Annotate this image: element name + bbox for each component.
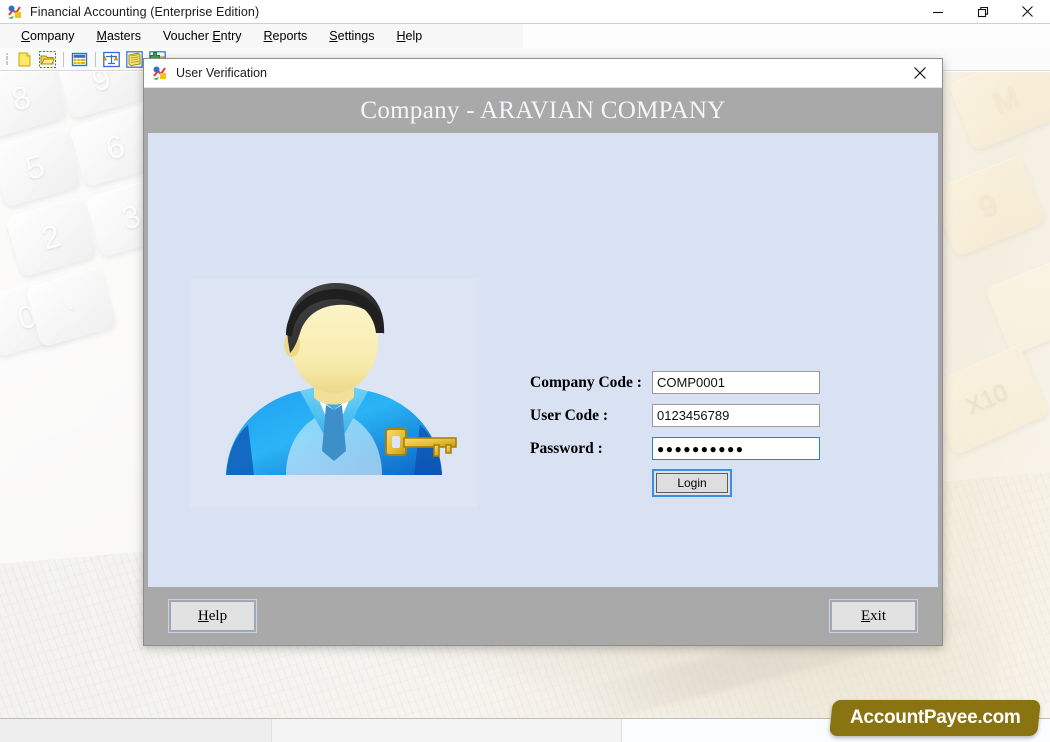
dialog-body: Company Code : COMP0001 User Code : 0123…: [148, 133, 938, 587]
restore-icon[interactable]: [960, 0, 1005, 24]
company-code-row: Company Code : COMP0001: [530, 370, 830, 395]
menu-item-company[interactable]: Company: [10, 27, 86, 45]
menu-item-settings[interactable]: Settings: [318, 27, 385, 45]
window-controls: [915, 0, 1050, 24]
company-header-text: Company - ARAVIAN COMPANY: [360, 96, 726, 124]
menu-item-masters[interactable]: Masters: [86, 27, 152, 45]
open-folder-icon[interactable]: [37, 50, 58, 69]
password-input[interactable]: ●●●●●●●●●●: [652, 437, 820, 460]
user-verification-dialog: User Verification Company - ARAVIAN COMP…: [143, 58, 943, 646]
user-with-key-avatar: [190, 279, 478, 507]
dialog-company-header: Company - ARAVIAN COMPANY: [144, 88, 942, 133]
application-window: Financial Accounting (Enterprise Edition…: [0, 0, 1050, 742]
app-icon: [7, 4, 23, 20]
toolbar-grip[interactable]: [4, 51, 10, 67]
ledger-book-icon[interactable]: [124, 50, 145, 69]
window-title: Financial Accounting (Enterprise Edition…: [30, 4, 260, 19]
accountpayee-watermark: AccountPayee.com: [829, 700, 1041, 736]
main-titlebar: Financial Accounting (Enterprise Edition…: [0, 0, 1050, 24]
app-icon: [152, 65, 168, 81]
menu-item-help[interactable]: Help: [385, 27, 433, 45]
dialog-title: User Verification: [176, 66, 268, 80]
exit-button[interactable]: Exit: [829, 599, 918, 633]
menubar: Company Masters Voucher Entry Reports Se…: [0, 24, 523, 48]
balance-scales-icon[interactable]: [101, 50, 122, 69]
user-code-input[interactable]: 0123456789: [652, 404, 820, 427]
toolbar-separator: [95, 51, 96, 67]
login-form: Company Code : COMP0001 User Code : 0123…: [530, 370, 830, 497]
minimize-icon[interactable]: [915, 0, 960, 24]
login-focus-ring: Login: [652, 469, 732, 497]
user-code-label: User Code :: [530, 406, 609, 424]
menu-item-voucher-entry[interactable]: Voucher Entry: [152, 27, 253, 45]
dialog-footer: Help Exit: [144, 587, 942, 645]
password-row: Password : ●●●●●●●●●●: [530, 436, 830, 461]
watermark-text: AccountPayee.com: [849, 707, 1021, 728]
login-button[interactable]: Login: [656, 473, 728, 493]
avatar-tie: [322, 405, 346, 461]
user-code-row: User Code : 0123456789: [530, 403, 830, 428]
status-pane-1: [0, 719, 272, 742]
password-label: Password :: [530, 439, 603, 457]
help-button[interactable]: Help: [168, 599, 257, 633]
status-pane-2: [272, 719, 622, 742]
toolbar-separator: [63, 51, 64, 67]
calculator-icon[interactable]: [69, 50, 90, 69]
close-icon[interactable]: [1005, 0, 1050, 24]
company-code-label: Company Code :: [530, 373, 642, 391]
dialog-titlebar: User Verification: [144, 59, 942, 88]
avatar-illustration: [226, 283, 457, 475]
close-icon[interactable]: [898, 59, 942, 88]
menubar-filler: [523, 24, 1050, 48]
login-button-wrap: Login: [652, 469, 830, 497]
menu-item-reports[interactable]: Reports: [253, 27, 319, 45]
company-code-input[interactable]: COMP0001: [652, 371, 820, 394]
new-document-icon[interactable]: [14, 50, 35, 69]
